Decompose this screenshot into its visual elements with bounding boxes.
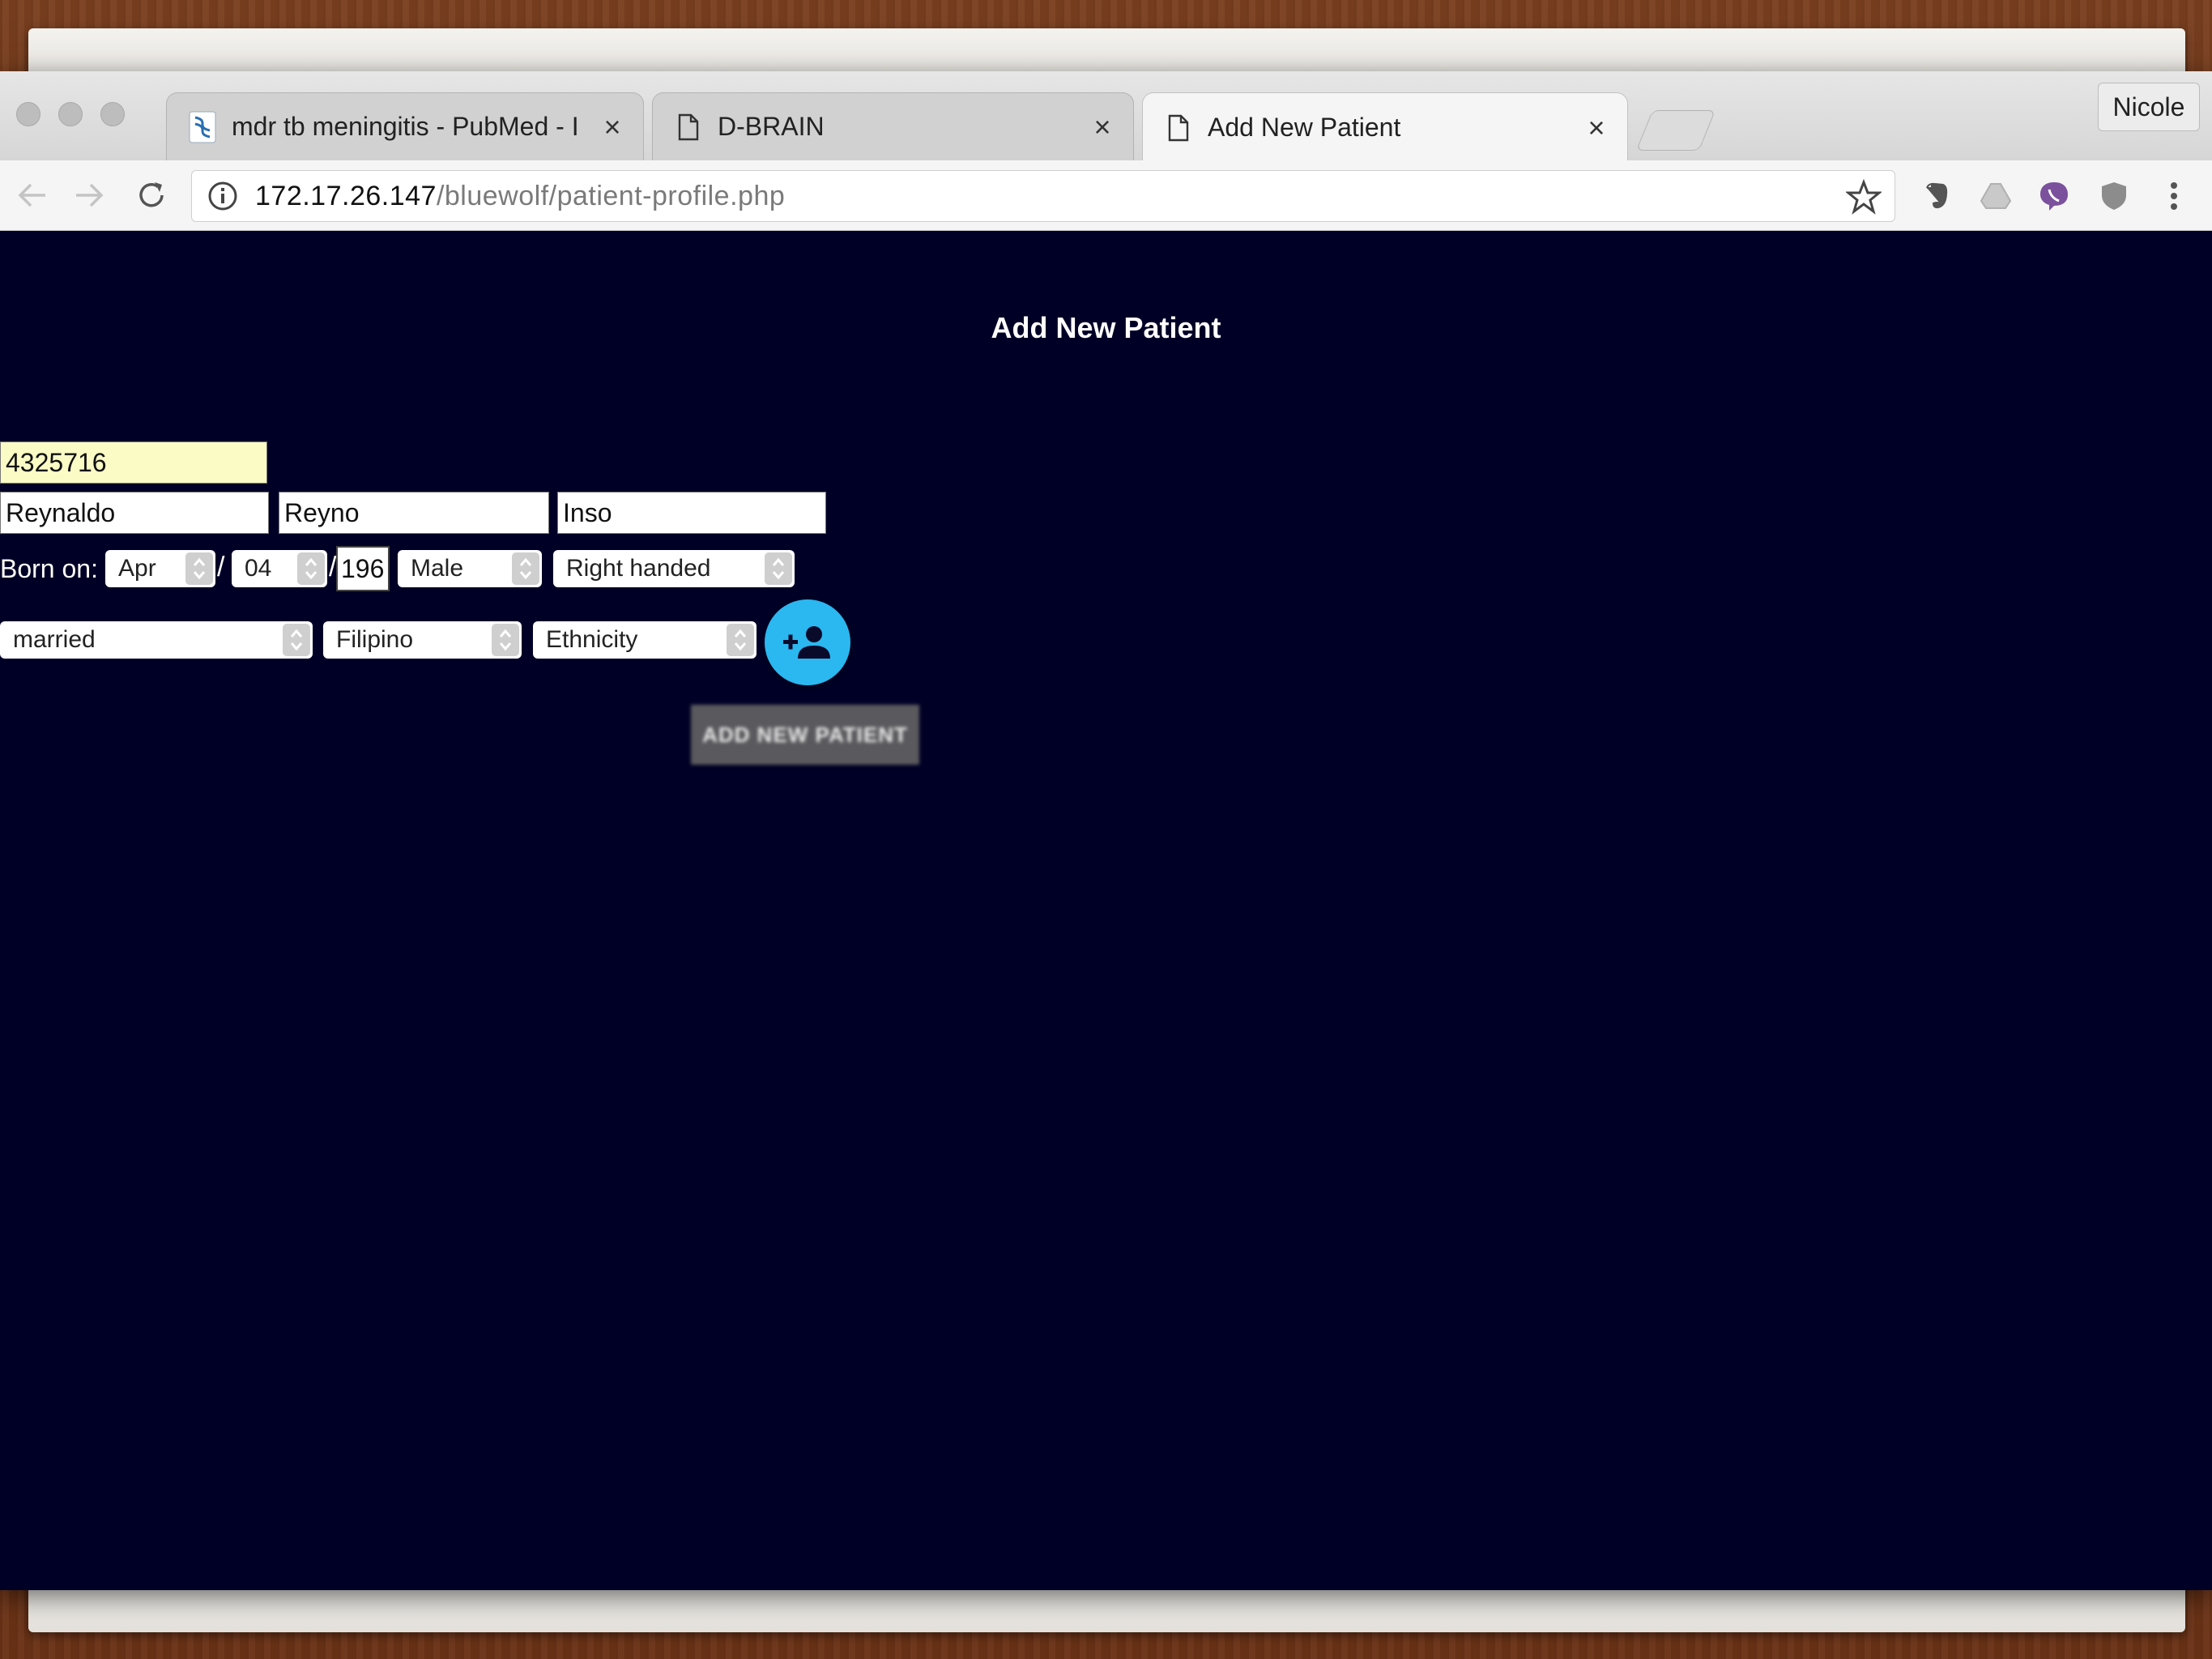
pubmed-icon bbox=[188, 111, 217, 143]
window-minimize-button[interactable] bbox=[58, 102, 83, 126]
sex-select[interactable]: Male bbox=[398, 550, 542, 587]
evernote-extension-icon[interactable] bbox=[1918, 178, 1954, 214]
select-value: married bbox=[13, 626, 96, 653]
info-icon[interactable] bbox=[207, 180, 239, 212]
browser-toolbar: 172.17.26.147/bluewolf/patient-profile.p… bbox=[0, 160, 2212, 231]
reload-icon[interactable] bbox=[133, 177, 170, 214]
close-icon[interactable]: × bbox=[1579, 111, 1614, 145]
handedness-select[interactable]: Right handed bbox=[553, 550, 795, 587]
tab-title: Add New Patient bbox=[1208, 113, 1401, 142]
chevron-updown-icon bbox=[185, 552, 213, 585]
select-value: 04 bbox=[245, 555, 272, 582]
back-arrow-icon[interactable] bbox=[13, 177, 50, 214]
url-text: 172.17.26.147/bluewolf/patient-profile.p… bbox=[255, 181, 785, 212]
viber-extension-icon[interactable] bbox=[2036, 178, 2072, 214]
bookmark-star-icon[interactable] bbox=[1846, 179, 1882, 215]
tab-strip: mdr tb meningitis - PubMed - I × D-BRAIN… bbox=[0, 71, 2212, 162]
add-new-patient-button[interactable]: ADD NEW PATIENT bbox=[691, 705, 919, 765]
new-tab-button[interactable] bbox=[1635, 110, 1716, 151]
select-value: Right handed bbox=[566, 555, 711, 582]
last-name-field[interactable] bbox=[557, 492, 826, 534]
url-path: /bluewolf/patient-profile.php bbox=[436, 180, 786, 211]
tab-title: D-BRAIN bbox=[718, 112, 825, 141]
address-bar[interactable]: 172.17.26.147/bluewolf/patient-profile.p… bbox=[191, 170, 1895, 222]
birth-year-field[interactable] bbox=[336, 546, 390, 591]
select-value: Male bbox=[411, 555, 464, 582]
browser-window: mdr tb meningitis - PubMed - I × D-BRAIN… bbox=[0, 71, 2212, 1590]
select-value: Filipino bbox=[336, 626, 414, 653]
select-value: Apr bbox=[118, 555, 156, 582]
shield-extension-icon[interactable] bbox=[2096, 178, 2132, 214]
born-on-label: Born on: bbox=[0, 554, 98, 583]
middle-name-field[interactable] bbox=[279, 492, 549, 534]
chevron-updown-icon bbox=[492, 624, 519, 656]
person-add-icon bbox=[783, 626, 830, 659]
chevron-updown-icon bbox=[283, 624, 310, 656]
tab-title: mdr tb meningitis - PubMed - I bbox=[232, 112, 579, 141]
birth-day-select[interactable]: 04 bbox=[232, 550, 327, 587]
chevron-updown-icon bbox=[297, 552, 325, 585]
civil-status-select[interactable]: married bbox=[0, 621, 313, 659]
first-name-field[interactable] bbox=[0, 492, 269, 534]
birth-month-select[interactable]: Apr bbox=[105, 550, 215, 587]
tab-pubmed[interactable]: mdr tb meningitis - PubMed - I × bbox=[166, 92, 644, 160]
more-menu-icon[interactable] bbox=[2156, 178, 2192, 214]
chevron-updown-icon bbox=[727, 624, 754, 656]
page-icon bbox=[1164, 112, 1193, 144]
url-host: 172.17.26.147 bbox=[255, 180, 437, 211]
chevron-updown-icon bbox=[765, 552, 792, 585]
window-zoom-button[interactable] bbox=[100, 102, 125, 126]
close-icon[interactable]: × bbox=[1085, 110, 1120, 144]
tab-add-new-patient[interactable]: Add New Patient × bbox=[1142, 92, 1628, 162]
patient-id-field[interactable] bbox=[0, 441, 267, 484]
nationality-select[interactable]: Filipino bbox=[323, 621, 522, 659]
chevron-updown-icon bbox=[512, 552, 539, 585]
ethnicity-select[interactable]: Ethnicity bbox=[533, 621, 757, 659]
close-icon[interactable]: × bbox=[595, 110, 630, 144]
date-separator: / bbox=[217, 552, 225, 582]
page-content: Add New Patient Born on: Apr / 04 / Male bbox=[0, 231, 2212, 1590]
drive-extension-icon[interactable] bbox=[1978, 178, 2014, 214]
forward-arrow-icon[interactable] bbox=[71, 177, 109, 214]
page-icon bbox=[674, 111, 703, 143]
tab-d-brain[interactable]: D-BRAIN × bbox=[652, 92, 1134, 160]
window-close-button[interactable] bbox=[16, 102, 40, 126]
add-patient-fab[interactable] bbox=[765, 599, 850, 685]
profile-button[interactable]: Nicole bbox=[2098, 83, 2200, 131]
select-value: Ethnicity bbox=[546, 626, 638, 653]
page-title: Add New Patient bbox=[991, 311, 1221, 344]
